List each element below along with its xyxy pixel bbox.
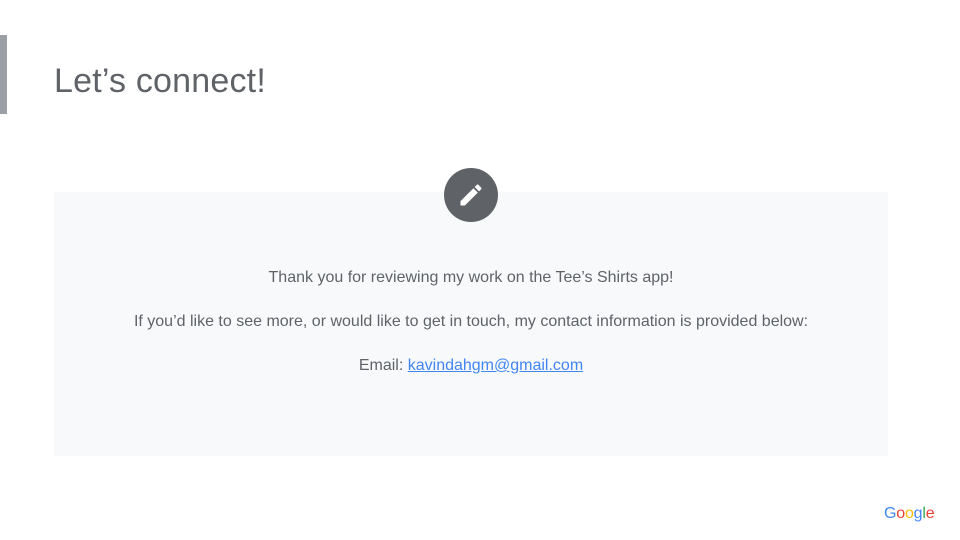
slide-title: Let’s connect! — [54, 62, 266, 100]
contact-info-text: If you’d like to see more, or would like… — [133, 313, 809, 330]
email-line: Email: kavindahgm@gmail.com — [54, 357, 888, 375]
accent-bar — [0, 35, 7, 114]
logo-letter: o — [904, 505, 914, 522]
thank-you-text: Thank you for reviewing my work on the T… — [268, 269, 674, 286]
slide: Let’s connect! Thank you for reviewing m… — [0, 0, 960, 540]
google-logo: Google — [884, 505, 935, 523]
logo-letter: e — [925, 505, 935, 522]
email-link[interactable]: kavindahgm@gmail.com — [408, 357, 583, 374]
logo-letter: G — [884, 505, 897, 522]
email-label: Email: — [358, 357, 408, 374]
pencil-icon — [460, 184, 482, 206]
edit-button[interactable] — [444, 168, 498, 222]
logo-letter: o — [896, 505, 905, 522]
